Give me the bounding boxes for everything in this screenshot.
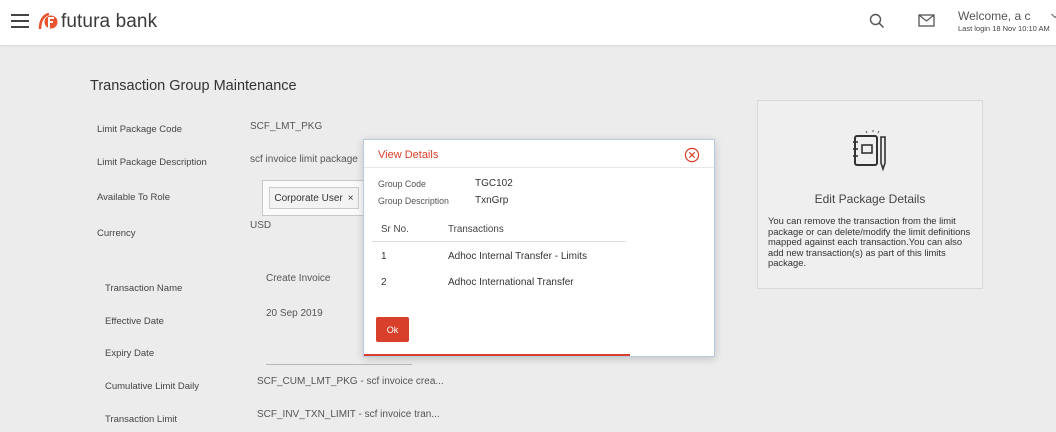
close-circle-icon[interactable] [684,147,700,163]
welcome-text: Welcome, a c [958,9,1031,23]
modal-divider [364,167,714,168]
hamburger-icon[interactable] [11,14,29,28]
effective-date-label: Effective Date [105,316,164,327]
page-title: Transaction Group Maintenance [90,78,297,94]
table-row-sr: 2 [381,277,387,288]
transaction-limit-value[interactable]: SCF_INV_TXN_LIMIT - scf invoice tran... [257,409,457,420]
search-icon[interactable] [868,12,886,30]
view-details-modal: View Details Group Code TGC102 Group Des… [363,139,715,357]
mail-icon[interactable] [918,14,935,27]
edit-package-description: You can remove the transaction from the … [768,215,971,268]
limit-package-code-label: Limit Package Code [97,124,183,135]
brand-logo[interactable]: futura bank [37,11,157,33]
group-code-value: TGC102 [475,178,513,189]
column-header-sr-no: Sr No. [381,224,409,235]
ok-button[interactable]: Ok [376,317,409,342]
table-row-sr: 1 [381,251,387,262]
table-row-transaction: Adhoc International Transfer [448,277,574,288]
currency-label: Currency [97,228,136,239]
role-chip: Corporate User × [269,187,359,209]
currency-value: USD [250,220,272,231]
available-to-role-label: Available To Role [97,192,171,203]
cumulative-limit-daily-label: Cumulative Limit Daily [105,381,199,392]
edit-package-panel[interactable]: Edit Package Details You can remove the … [757,100,983,289]
futura-logo-icon [38,12,58,30]
modal-title: View Details [378,149,439,161]
column-header-transactions: Transactions [448,224,504,235]
group-description-label: Group Description [378,196,449,206]
user-menu[interactable]: Welcome, a c Last login 18 Nov 10:10 AM [958,9,1056,33]
limit-package-code-value: SCF_LMT_PKG [250,121,323,132]
limit-package-description-value[interactable]: scf invoice limit package [250,154,363,165]
last-login-text: Last login 18 Nov 10:10 AM [958,24,1050,33]
remove-role-icon[interactable]: × [348,193,354,204]
cumulative-limit-daily-value[interactable]: SCF_CUM_LMT_PKG - scf invoice crea... [257,376,457,387]
table-row-transaction: Adhoc Internal Transfer - Limits [448,251,587,262]
group-code-label: Group Code [378,179,426,189]
transaction-limit-label: Transaction Limit [105,414,177,425]
expiry-date-underline [266,364,412,365]
modal-bottom-accent [364,354,630,356]
transaction-name-value: Create Invoice [266,273,331,284]
group-description-value: TxnGrp [475,195,509,206]
role-chip-label: Corporate User [274,192,343,204]
limit-package-description-label: Limit Package Description [97,157,207,168]
transaction-name-label: Transaction Name [105,283,183,294]
brand-name: futura bank [61,11,158,32]
effective-date-value[interactable]: 20 Sep 2019 [266,308,361,319]
notebook-icon [853,130,886,172]
chevron-down-icon[interactable] [1051,13,1056,19]
table-header-divider [372,241,626,242]
expiry-date-label: Expiry Date [105,348,155,359]
top-header: futura bank Welcome, a c Last login 18 N… [0,0,1056,45]
edit-package-title: Edit Package Details [814,192,926,206]
